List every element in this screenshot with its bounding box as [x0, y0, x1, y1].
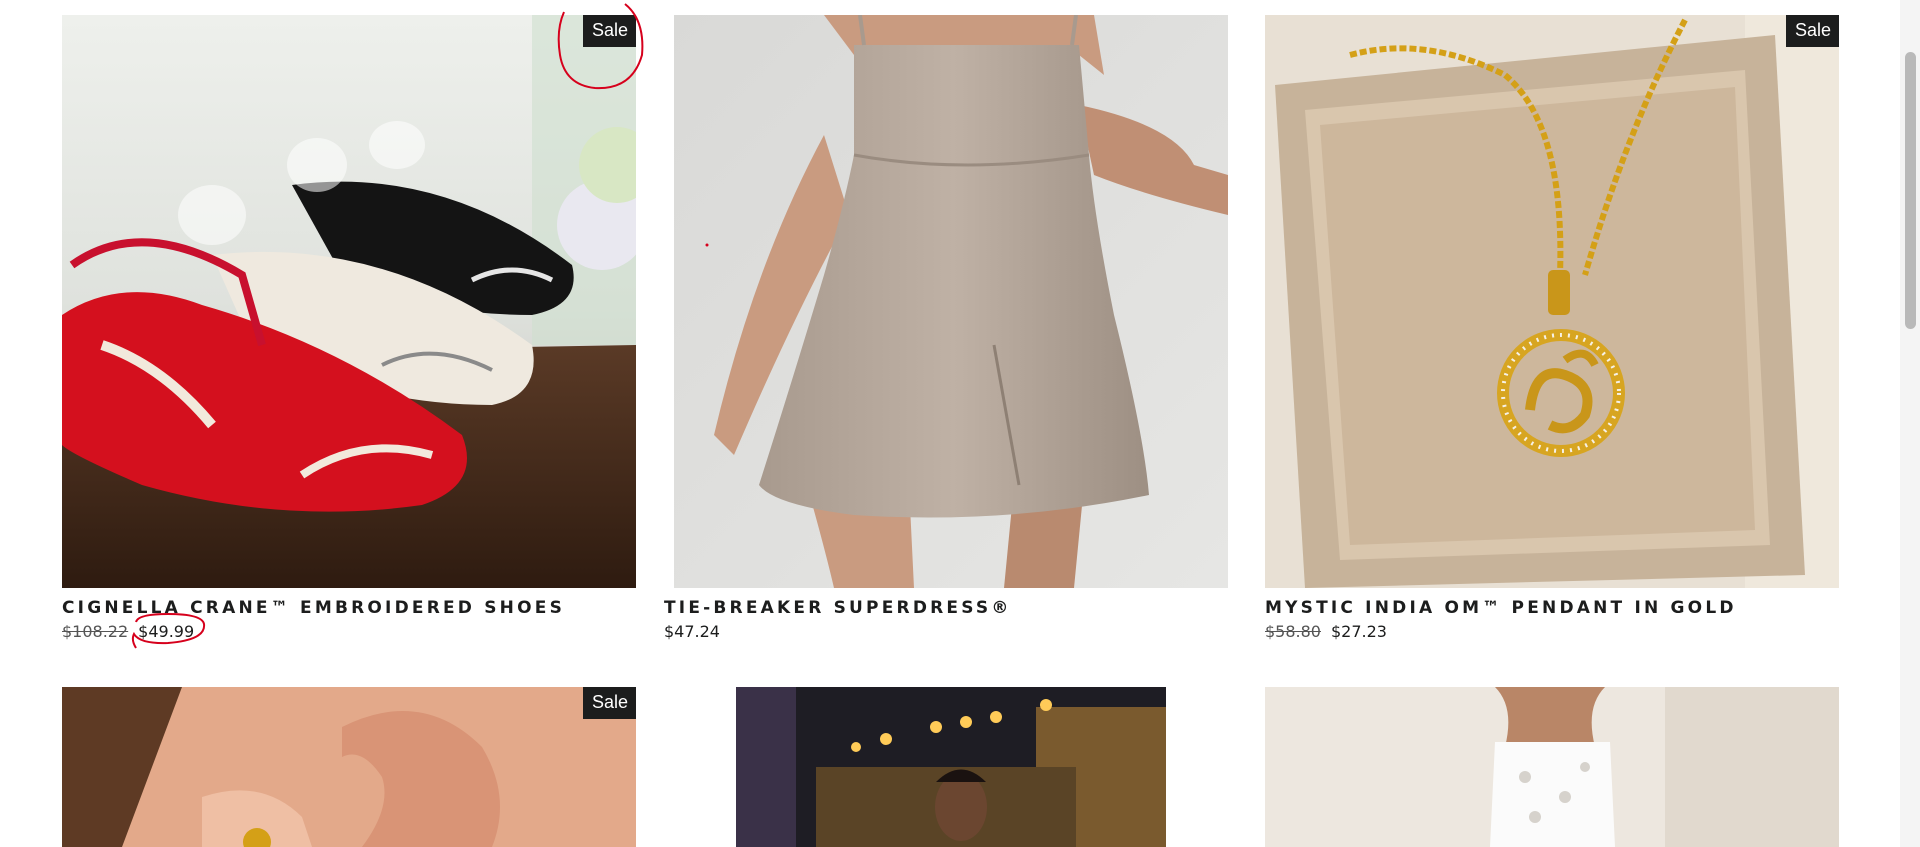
product-image-superdress[interactable]	[674, 15, 1228, 588]
product-image-crane-shoes[interactable]	[62, 15, 636, 588]
product-image-earrings[interactable]	[62, 687, 636, 847]
product-title[interactable]: Tie-Breaker Superdress®	[664, 598, 1012, 618]
product-card-evening-gown[interactable]	[736, 687, 1166, 847]
product-image-om-pendant[interactable]	[1265, 15, 1839, 588]
product-card-white-dress[interactable]	[1265, 687, 1839, 847]
product-card-om-pendant[interactable]: Sale Mystic India Om™ Pendant in Gold $5…	[1265, 15, 1839, 655]
compare-at-price: $58.80	[1265, 622, 1321, 641]
product-price: $108.22 $49.99	[62, 622, 194, 641]
compare-at-price: $108.22	[62, 622, 129, 641]
product-card-crane-shoes[interactable]: Sale Cignella Crane™ Embroidered Shoes $…	[62, 15, 636, 655]
sale-badge: Sale	[582, 15, 636, 47]
product-card-superdress[interactable]: Tie-Breaker Superdress® $47.24	[664, 15, 1228, 655]
sale-price: $27.23	[1330, 622, 1387, 641]
vertical-scrollbar[interactable]	[1900, 0, 1920, 847]
sale-badge: Sale	[1785, 15, 1839, 47]
sale-badge: Sale	[582, 687, 636, 719]
product-image-evening-gown[interactable]	[736, 687, 1166, 847]
product-card-earrings[interactable]: Sale	[62, 687, 636, 847]
product-price: $58.80 $27.23	[1265, 622, 1387, 641]
scrollbar-thumb[interactable]	[1905, 52, 1916, 329]
regular-price: $47.24	[664, 622, 720, 641]
product-price: $47.24	[664, 622, 720, 641]
product-title[interactable]: Mystic India Om™ Pendant in Gold	[1265, 598, 1737, 618]
product-title[interactable]: Cignella Crane™ Embroidered Shoes	[62, 598, 565, 618]
product-image-white-dress[interactable]	[1265, 687, 1839, 847]
sale-price: $49.99	[138, 622, 195, 641]
